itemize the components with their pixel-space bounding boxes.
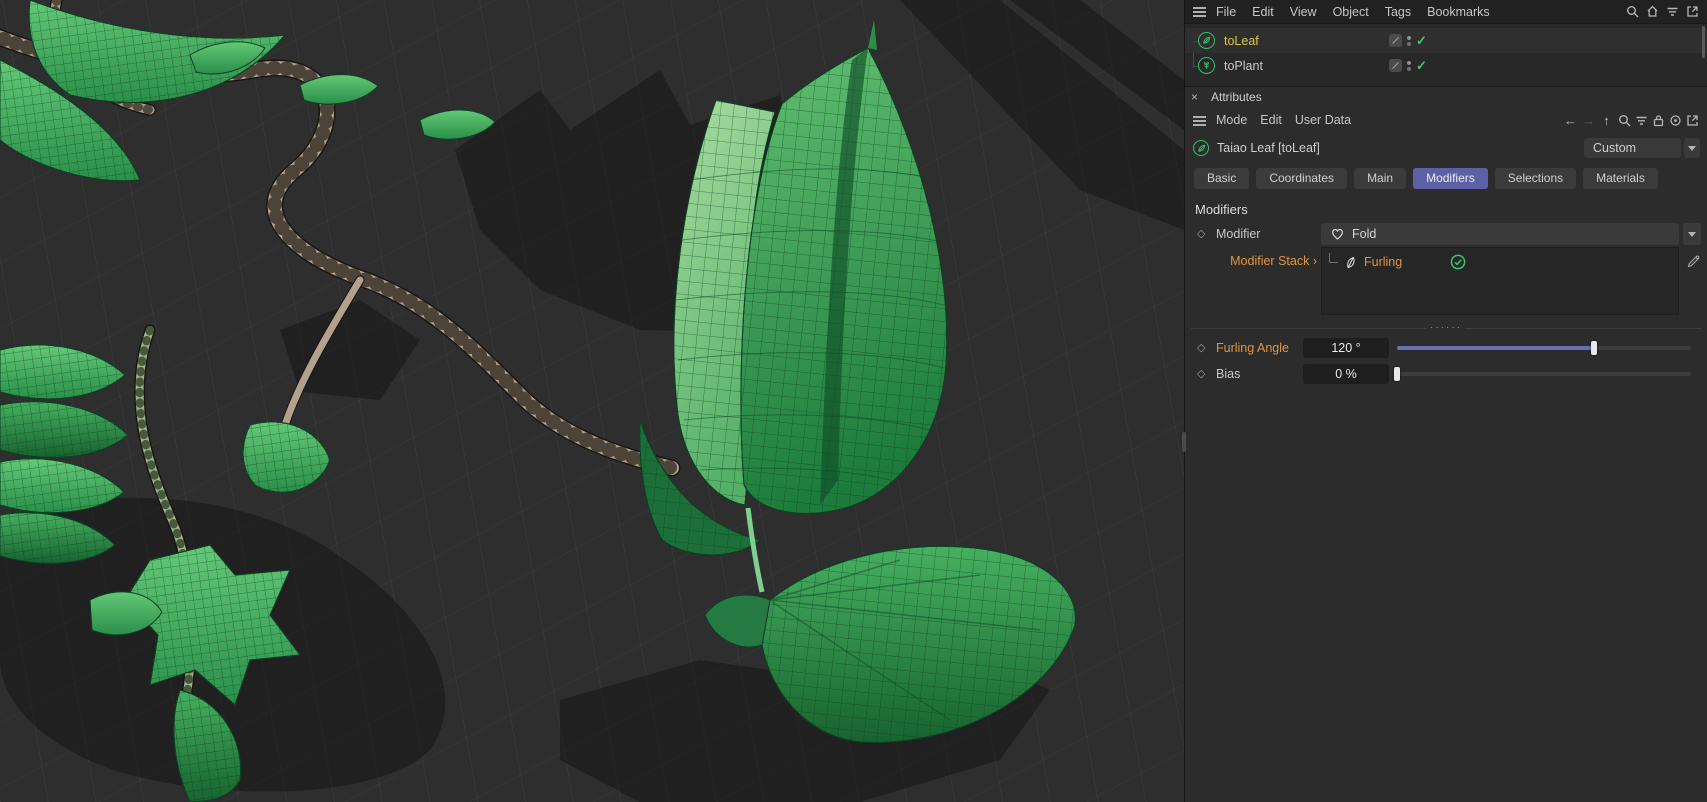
param-label: Modifier bbox=[1216, 227, 1261, 241]
menu-tags[interactable]: Tags bbox=[1385, 5, 1411, 19]
menu-file[interactable]: File bbox=[1216, 5, 1236, 19]
tree-elbow-icon bbox=[1329, 253, 1338, 263]
chevron-down-icon bbox=[1688, 145, 1696, 151]
furling-angle-slider[interactable] bbox=[1397, 338, 1691, 358]
splitter-grip-dots: ······ bbox=[1427, 322, 1465, 333]
modifier-param-row: ◇ Modifier Fold bbox=[1185, 221, 1707, 247]
modifier-dropdown-button[interactable] bbox=[1683, 223, 1701, 245]
tab-coordinates[interactable]: Coordinates bbox=[1256, 167, 1348, 189]
tab-basic[interactable]: Basic bbox=[1194, 167, 1250, 189]
param-label: Furling Angle bbox=[1216, 341, 1289, 355]
hamburger-menu-icon[interactable] bbox=[1193, 6, 1206, 17]
object-manager: toLeaf ✓ toPlant ✓ bbox=[1185, 24, 1707, 86]
furling-angle-value-field[interactable]: 120 ° bbox=[1303, 338, 1389, 358]
forward-arrow-icon[interactable]: → bbox=[1581, 113, 1596, 128]
up-arrow-icon[interactable]: ↑ bbox=[1599, 113, 1614, 128]
object-manager-menubar: File Edit View Object Tags Bookmarks bbox=[1185, 0, 1707, 24]
home-icon[interactable] bbox=[1645, 5, 1659, 19]
filter-icon[interactable] bbox=[1665, 5, 1679, 19]
preset-dropdown-button[interactable] bbox=[1684, 138, 1700, 158]
search-icon[interactable] bbox=[1625, 5, 1639, 19]
attributes-panel-header: × Attributes bbox=[1185, 86, 1707, 107]
stack-item-furling[interactable]: Furling bbox=[1322, 250, 1678, 274]
tab-selections[interactable]: Selections bbox=[1494, 167, 1577, 189]
leaf-icon bbox=[1344, 255, 1358, 269]
layer-toggle-icon[interactable] bbox=[1389, 59, 1402, 72]
menu-edit[interactable]: Edit bbox=[1252, 5, 1274, 19]
object-name: Taiao Leaf [toLeaf] bbox=[1217, 141, 1320, 155]
enable-check-icon[interactable]: ✓ bbox=[1416, 59, 1427, 72]
menu-edit[interactable]: Edit bbox=[1260, 113, 1282, 127]
object-label[interactable]: toPlant bbox=[1224, 59, 1263, 73]
viewport-scene bbox=[0, 0, 1184, 802]
bias-row: ◇ Bias 0 % bbox=[1185, 361, 1707, 387]
fold-icon bbox=[1330, 227, 1344, 241]
attributes-toolbar: Mode Edit User Data ← → ↑ bbox=[1185, 107, 1707, 133]
modifier-stack-label[interactable]: Modifier Stack › bbox=[1185, 254, 1317, 268]
modifier-stack-list[interactable]: Furling bbox=[1321, 247, 1679, 315]
stack-item-label: Furling bbox=[1364, 255, 1403, 269]
layer-toggle-icon[interactable] bbox=[1389, 34, 1402, 47]
bias-slider[interactable] bbox=[1394, 364, 1691, 384]
slider-handle[interactable] bbox=[1394, 367, 1400, 381]
enabled-circle-check-icon[interactable] bbox=[1450, 254, 1466, 270]
search-icon[interactable] bbox=[1617, 113, 1631, 127]
lock-icon[interactable] bbox=[1651, 113, 1665, 127]
enable-check-icon[interactable]: ✓ bbox=[1416, 34, 1427, 47]
close-icon[interactable]: × bbox=[1191, 90, 1207, 104]
slider-track[interactable] bbox=[1397, 372, 1691, 376]
keyframe-diamond-icon[interactable]: ◇ bbox=[1197, 227, 1205, 240]
modifier-stack-area: Modifier Stack › Furling bbox=[1185, 247, 1707, 321]
tab-modifiers[interactable]: Modifiers bbox=[1413, 167, 1488, 189]
bias-value-field[interactable]: 0 % bbox=[1303, 364, 1389, 384]
selected-object-header: Taiao Leaf [toLeaf] Custom bbox=[1185, 133, 1707, 163]
menu-user-data[interactable]: User Data bbox=[1295, 113, 1351, 127]
target-icon[interactable] bbox=[1668, 113, 1682, 127]
new-window-icon[interactable] bbox=[1685, 113, 1699, 127]
plant-circle-icon bbox=[1198, 57, 1215, 74]
slider-handle[interactable] bbox=[1590, 341, 1597, 355]
menu-object[interactable]: Object bbox=[1333, 5, 1369, 19]
new-window-icon[interactable] bbox=[1685, 5, 1699, 19]
edit-pencil-icon[interactable] bbox=[1686, 254, 1701, 272]
slider-fill bbox=[1397, 346, 1594, 350]
section-title: Modifiers bbox=[1195, 202, 1248, 217]
leaf-circle-icon bbox=[1193, 140, 1209, 156]
leaf-circle-icon bbox=[1198, 32, 1215, 49]
keyframe-diamond-icon[interactable]: ◇ bbox=[1197, 367, 1205, 380]
panel-splitter[interactable] bbox=[1182, 432, 1186, 452]
object-row-toleaf[interactable]: toLeaf ✓ bbox=[1185, 28, 1707, 53]
application-window: File Edit View Object Tags Bookmarks toL… bbox=[0, 0, 1707, 802]
modifier-value: Fold bbox=[1352, 227, 1377, 241]
tab-main[interactable]: Main bbox=[1354, 167, 1407, 189]
visibility-dots-icon[interactable] bbox=[1405, 60, 1413, 71]
attribute-tabs: Basic Coordinates Main Modifiers Selecti… bbox=[1185, 163, 1707, 193]
menu-bookmarks[interactable]: Bookmarks bbox=[1427, 5, 1490, 19]
right-panel: File Edit View Object Tags Bookmarks toL… bbox=[1184, 0, 1707, 802]
keyframe-diamond-icon[interactable]: ◇ bbox=[1197, 341, 1205, 354]
chevron-down-icon bbox=[1688, 231, 1696, 237]
panel-title: Attributes bbox=[1211, 90, 1262, 104]
visibility-dots-icon[interactable] bbox=[1405, 35, 1413, 46]
expand-chevron-icon: › bbox=[1312, 254, 1317, 268]
tab-materials[interactable]: Materials bbox=[1583, 167, 1658, 189]
filter-icon[interactable] bbox=[1634, 113, 1648, 127]
section-splitter[interactable]: ······ bbox=[1185, 322, 1707, 335]
preset-dropdown[interactable]: Custom bbox=[1584, 138, 1681, 158]
hamburger-menu-icon[interactable] bbox=[1193, 115, 1206, 126]
furling-angle-row: ◇ Furling Angle 120 ° bbox=[1185, 335, 1707, 361]
menu-view[interactable]: View bbox=[1290, 5, 1317, 19]
back-arrow-icon[interactable]: ← bbox=[1563, 113, 1578, 128]
param-label: Bias bbox=[1216, 367, 1241, 381]
menu-mode[interactable]: Mode bbox=[1216, 113, 1247, 127]
object-row-toplant[interactable]: toPlant ✓ bbox=[1185, 53, 1707, 78]
modifier-dropdown[interactable]: Fold bbox=[1321, 223, 1679, 245]
scrollbar-thumb[interactable] bbox=[1702, 26, 1705, 58]
object-label[interactable]: toLeaf bbox=[1224, 34, 1259, 48]
viewport-3d[interactable] bbox=[0, 0, 1184, 802]
